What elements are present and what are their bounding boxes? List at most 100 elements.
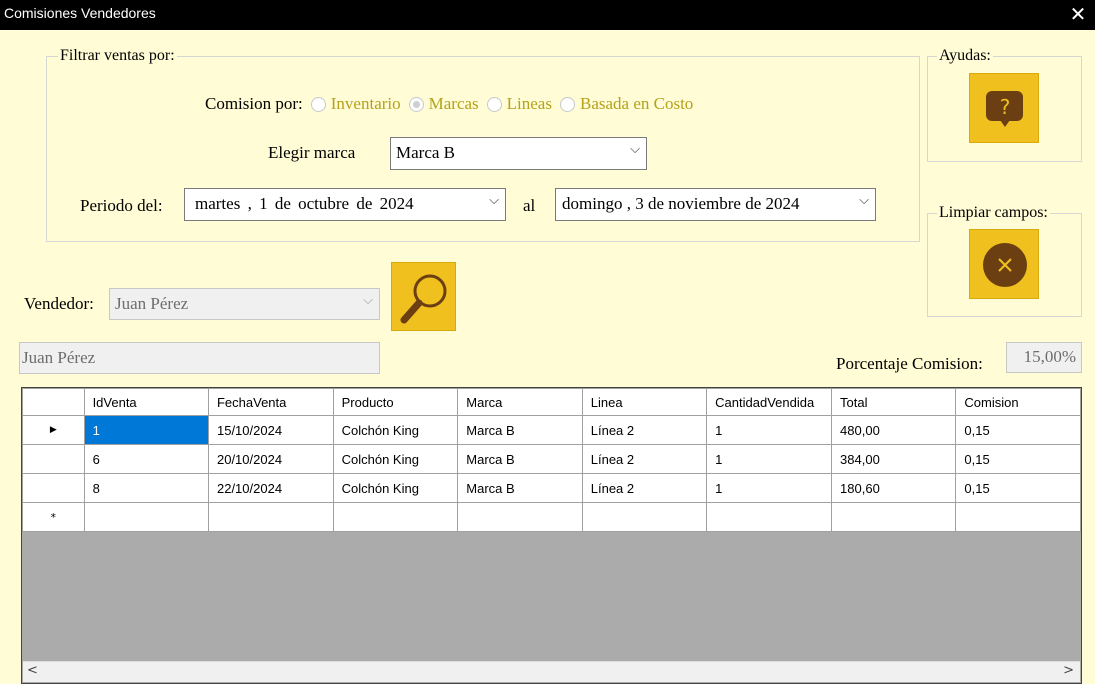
table-cell[interactable] [955, 502, 1081, 532]
vendedor-name-box[interactable]: Juan Pérez [19, 342, 380, 374]
radio-circle-icon [559, 96, 575, 112]
table-cell[interactable] [207, 502, 334, 532]
chevron-down-icon: ⌵ [859, 193, 869, 208]
porcentaje-box[interactable]: 15,00% [1006, 342, 1082, 373]
table-cell[interactable]: Colchón King [332, 444, 459, 474]
table-cell[interactable] [83, 502, 209, 532]
date-from-picker[interactable]: martes , 1 de octubre de 2024 ⌵ [184, 188, 506, 221]
al-label: al [523, 196, 536, 215]
marca-select[interactable]: Marca B ⌵ [390, 137, 647, 170]
ventas-table: IdVenta FechaVenta Producto Marca Linea … [22, 388, 1081, 532]
table-row[interactable]: 6 20/10/2024 Colchón King Marca B Línea … [22, 444, 1081, 474]
date-to-picker[interactable]: domingo , 3 de noviembre de 2024 ⌵ [555, 188, 876, 221]
table-cell[interactable]: 480,00 [831, 415, 957, 445]
table-row[interactable]: ▶ 1 15/10/2024 Colchón King Marca B Líne… [22, 415, 1081, 445]
table-cell[interactable]: Marca B [457, 444, 583, 474]
new-row-indicator-icon[interactable]: * [22, 502, 85, 532]
row-header[interactable] [22, 473, 85, 503]
table-cell[interactable]: 384,00 [831, 444, 957, 474]
table-header-row: IdVenta FechaVenta Producto Marca Linea … [22, 388, 1081, 416]
column-header[interactable]: IdVenta [83, 388, 209, 416]
radio-basada-en-costo[interactable]: Basada en Costo [552, 94, 693, 114]
scroll-left-icon[interactable]: < [27, 663, 38, 678]
ventas-grid[interactable]: IdVenta FechaVenta Producto Marca Linea … [21, 387, 1082, 684]
column-header[interactable]: Marca [457, 388, 583, 416]
help-button[interactable]: ? [969, 73, 1039, 143]
title-bar: Comisiones Vendedores ✕ [0, 0, 1095, 30]
vendedor-select[interactable]: Juan Pérez ⌵ [109, 288, 380, 320]
table-cell[interactable] [706, 502, 833, 532]
column-header[interactable]: FechaVenta [207, 388, 334, 416]
table-cell[interactable]: 6 [83, 444, 209, 474]
table-cell[interactable]: Línea 2 [581, 444, 708, 474]
vendedor-label: Vendedor: [24, 294, 94, 313]
table-cell[interactable]: Marca B [457, 415, 583, 445]
chevron-down-icon: ⌵ [363, 293, 373, 308]
svg-text:?: ? [1000, 95, 1011, 119]
radio-marcas-label: Marcas [428, 94, 479, 113]
porcentaje-value: 15,00% [1023, 347, 1076, 366]
radio-inventario-label: Inventario [330, 94, 401, 113]
horizontal-scrollbar[interactable]: < > [23, 661, 1080, 682]
clear-group-legend: Limpiar campos: [937, 204, 1050, 222]
table-cell[interactable] [457, 502, 583, 532]
radio-lineas[interactable]: Lineas [479, 94, 552, 114]
table-cell[interactable]: 1 [706, 473, 833, 503]
search-button[interactable] [391, 262, 456, 331]
radio-lineas-label: Lineas [506, 94, 552, 113]
table-cell[interactable]: 15/10/2024 [207, 415, 334, 445]
radio-inventario[interactable]: Inventario [303, 94, 401, 114]
table-cell[interactable]: Marca B [457, 473, 583, 503]
radio-basada-en-costo-label: Basada en Costo [579, 94, 694, 113]
porcentaje-label: Porcentaje Comision: [836, 354, 983, 373]
window-title: Comisiones Vendedores [4, 5, 156, 21]
table-cell[interactable]: 0,15 [955, 444, 1081, 474]
radio-marcas[interactable]: Marcas [401, 94, 479, 114]
help-bubble-icon: ? [986, 91, 1023, 127]
chevron-down-icon: ⌵ [630, 142, 640, 157]
row-header-corner [22, 388, 85, 416]
help-group-legend: Ayudas: [937, 47, 993, 65]
vendedor-select-value: Juan Pérez [115, 294, 189, 313]
close-icon[interactable]: ✕ [1067, 1, 1089, 29]
table-row[interactable]: 8 22/10/2024 Colchón King Marca B Línea … [22, 473, 1081, 503]
table-cell[interactable] [332, 502, 459, 532]
date-to-value: domingo , 3 de noviembre de 2024 [562, 194, 800, 213]
scroll-right-icon[interactable]: > [1063, 663, 1074, 678]
marca-select-value: Marca B [396, 143, 456, 162]
chevron-down-icon: ⌵ [489, 193, 499, 208]
table-cell[interactable]: 22/10/2024 [207, 473, 334, 503]
filter-group-legend: Filtrar ventas por: [58, 47, 177, 65]
column-header[interactable]: Comision [955, 388, 1081, 416]
table-cell[interactable]: 20/10/2024 [207, 444, 334, 474]
table-cell[interactable] [581, 502, 708, 532]
column-header[interactable]: Linea [581, 388, 708, 416]
current-row-indicator-icon[interactable]: ▶ [22, 415, 85, 445]
table-cell[interactable]: 1 [706, 415, 833, 445]
new-row[interactable]: * [22, 502, 1081, 532]
comision-row: Comision por: Inventario Marcas Lineas B… [205, 94, 693, 114]
vendedor-name-value: Juan Pérez [22, 348, 96, 367]
table-cell[interactable] [831, 502, 957, 532]
column-header[interactable]: Producto [332, 388, 459, 416]
magnifier-icon [400, 274, 447, 324]
periodo-label: Periodo del: [80, 196, 163, 215]
table-cell[interactable]: 0,15 [955, 473, 1081, 503]
column-header[interactable]: Total [831, 388, 957, 416]
row-header[interactable] [22, 444, 85, 474]
table-cell[interactable]: 8 [83, 473, 209, 503]
clear-button[interactable] [969, 229, 1039, 299]
column-header[interactable]: CantidadVendida [706, 388, 833, 416]
table-cell[interactable]: 1 [83, 415, 209, 445]
table-cell[interactable]: Línea 2 [581, 415, 708, 445]
table-cell[interactable]: 0,15 [955, 415, 1081, 445]
table-cell[interactable]: Colchón King [332, 473, 459, 503]
table-cell[interactable]: Colchón King [332, 415, 459, 445]
clear-x-icon [983, 243, 1027, 287]
comision-label: Comision por: [205, 94, 303, 113]
table-cell[interactable]: Línea 2 [581, 473, 708, 503]
table-cell[interactable]: 180,60 [831, 473, 957, 503]
table-cell[interactable]: 1 [706, 444, 833, 474]
radio-circle-icon [310, 96, 326, 112]
radio-circle-icon [486, 96, 502, 112]
